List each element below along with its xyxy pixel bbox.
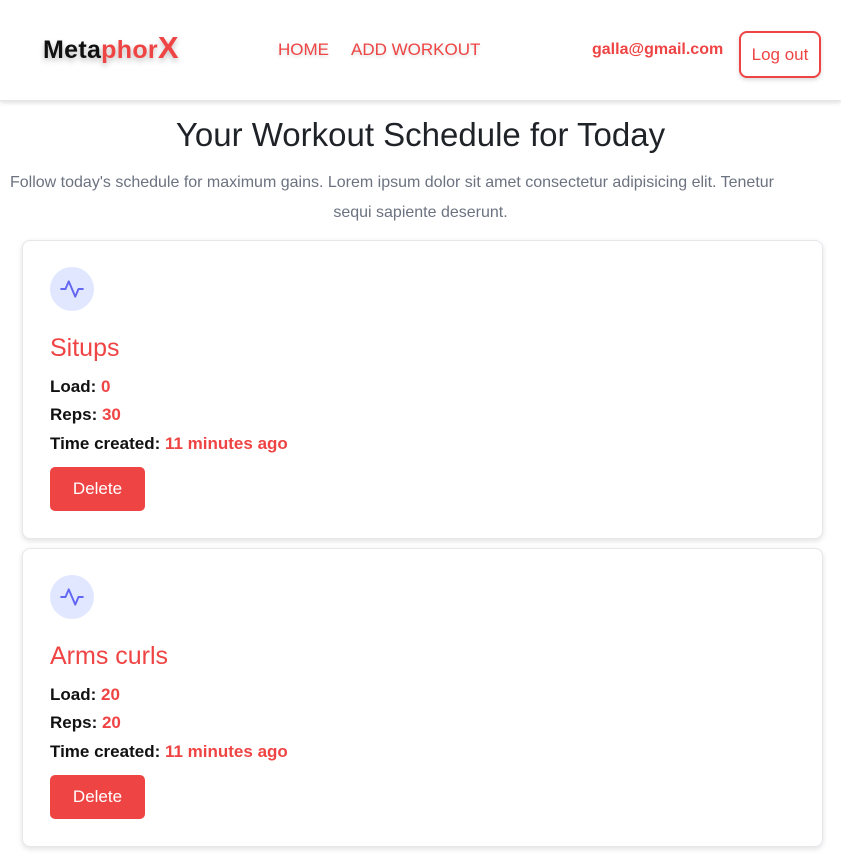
page-subtitle: Follow today's schedule for maximum gain…	[0, 168, 841, 228]
reps-value: 30	[101, 405, 121, 424]
brand-part-phor: phor	[101, 36, 158, 64]
workout-load: Load: 20	[50, 685, 120, 705]
reps-label: Reps:	[50, 713, 98, 732]
delete-button[interactable]: Delete	[50, 467, 145, 511]
brand-part-x: X	[157, 30, 179, 65]
activity-icon	[50, 575, 94, 619]
brand-part-meta: Meta	[43, 36, 102, 64]
load-label: Load:	[50, 685, 97, 704]
reps-value: 20	[101, 713, 121, 732]
workout-title: Situps	[50, 334, 120, 362]
workout-reps: Reps: 20	[50, 713, 121, 733]
workout-card: Arms curls Load: 20 Reps: 20 Time create…	[22, 548, 823, 847]
workout-reps: Reps: 30	[50, 405, 121, 425]
load-value: 20	[101, 685, 120, 704]
user-email: galla@gmail.com	[592, 41, 724, 58]
subtitle-line-2: sequi sapiente deserunt.	[333, 204, 508, 221]
workout-card: Situps Load: 0 Reps: 30 Time created: 11…	[22, 240, 823, 539]
reps-label: Reps:	[50, 405, 98, 424]
nav-link-add-workout[interactable]: ADD WORKOUT	[351, 40, 480, 60]
time-created-value: 11 minutes ago	[164, 742, 288, 761]
activity-icon	[50, 267, 94, 311]
load-label: Load:	[50, 377, 97, 396]
workout-load: Load: 0	[50, 377, 110, 397]
subtitle-line-1: Follow today's schedule for maximum gain…	[10, 174, 774, 191]
delete-button[interactable]: Delete	[50, 775, 145, 819]
workout-time-created: Time created: 11 minutes ago	[50, 742, 288, 762]
nav-link-home[interactable]: HOME	[278, 40, 329, 60]
time-created-label: Time created:	[50, 434, 161, 453]
page-title: Your Workout Schedule for Today	[175, 116, 666, 153]
time-created-value: 11 minutes ago	[164, 434, 288, 453]
load-value: 0	[101, 377, 111, 396]
navbar: MetaphorX HOME ADD WORKOUT galla@gmail.c…	[0, 0, 841, 101]
workout-title: Arms curls	[50, 642, 169, 670]
logout-button[interactable]: Log out	[739, 31, 821, 78]
time-created-label: Time created:	[50, 742, 161, 761]
workout-time-created: Time created: 11 minutes ago	[50, 434, 288, 454]
brand-logo[interactable]: MetaphorX	[43, 30, 179, 66]
